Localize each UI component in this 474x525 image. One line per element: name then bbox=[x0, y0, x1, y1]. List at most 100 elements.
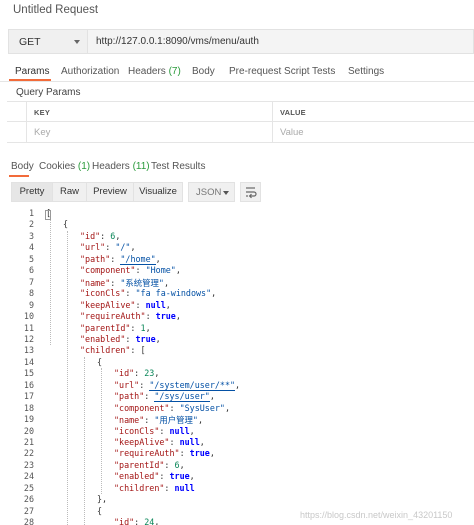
line-number: 17 bbox=[23, 391, 34, 402]
line-number: 5 bbox=[28, 253, 34, 264]
line-number: 24 bbox=[23, 471, 34, 482]
tab-tests[interactable]: Tests bbox=[312, 66, 335, 77]
chevron-down-icon bbox=[223, 191, 229, 195]
indent-guide bbox=[84, 356, 85, 525]
indent-guide bbox=[50, 219, 51, 346]
code-line: "id": 23, bbox=[114, 368, 160, 379]
row-checkbox-cell bbox=[7, 122, 27, 142]
view-raw-button[interactable]: Raw bbox=[52, 182, 87, 202]
tab-params[interactable]: Params bbox=[15, 66, 49, 77]
indent-guide bbox=[101, 368, 102, 495]
query-params-table: KEY VALUE Key Value bbox=[7, 101, 474, 143]
value-column-header: VALUE bbox=[280, 108, 306, 117]
tab-headers[interactable]: Headers (7) bbox=[128, 66, 181, 77]
line-number: 10 bbox=[23, 311, 34, 322]
line-number: 25 bbox=[23, 482, 34, 493]
table-row: Key Value bbox=[7, 122, 474, 143]
line-number: 7 bbox=[28, 276, 34, 287]
request-title[interactable]: Untitled Request bbox=[13, 4, 98, 16]
url-text: http://127.0.0.1:8090/vms/menu/auth bbox=[96, 36, 259, 47]
line-number: 16 bbox=[23, 379, 34, 390]
code-line: "iconCls": null, bbox=[114, 425, 195, 436]
line-number: 14 bbox=[23, 356, 34, 367]
code-line: "name": "系统管理", bbox=[80, 277, 169, 288]
code-line: { bbox=[97, 356, 103, 367]
code-line: "requireAuth": true, bbox=[80, 311, 181, 322]
code-line: "children": null bbox=[114, 482, 195, 493]
line-number: 20 bbox=[23, 425, 34, 436]
code-line: }, bbox=[97, 494, 108, 505]
indent-guide bbox=[67, 230, 68, 525]
key-placeholder: Key bbox=[34, 127, 51, 138]
line-number: 27 bbox=[23, 505, 34, 516]
response-body-viewer[interactable]: 1[2{3 "id": 6, 4 "url": "/", 5 "path": "/home… bbox=[0, 207, 474, 525]
line-number: 28 bbox=[23, 517, 34, 525]
code-line: "path": "/home", bbox=[80, 253, 161, 265]
active-tab-indicator bbox=[9, 79, 51, 81]
active-response-tab-indicator bbox=[9, 175, 29, 177]
code-line: { bbox=[63, 219, 69, 230]
method-label: GET bbox=[19, 36, 41, 48]
tab-response-headers[interactable]: Headers (11) bbox=[92, 161, 150, 172]
code-line: "url": "/system/user/**", bbox=[114, 379, 241, 391]
wrap-lines-icon bbox=[246, 187, 257, 199]
chevron-down-icon bbox=[74, 40, 80, 44]
line-number: 22 bbox=[23, 448, 34, 459]
tab-cookies[interactable]: Cookies (1) bbox=[39, 161, 90, 172]
code-line: "keepAlive": null, bbox=[114, 437, 205, 447]
format-label: JSON bbox=[196, 187, 222, 198]
view-preview-button[interactable]: Preview bbox=[86, 182, 134, 202]
url-input[interactable]: http://127.0.0.1:8090/vms/menu/auth bbox=[87, 29, 474, 54]
tab-test-results[interactable]: Test Results bbox=[151, 161, 205, 172]
value-input[interactable]: Value bbox=[273, 122, 474, 142]
wrap-lines-button[interactable] bbox=[240, 182, 261, 202]
tab-authorization[interactable]: Authorization bbox=[61, 66, 119, 77]
line-number: 6 bbox=[28, 265, 34, 276]
line-number: 2 bbox=[28, 219, 34, 230]
query-params-title: Query Params bbox=[16, 87, 81, 98]
response-tabs: Body Cookies (1) Headers (11) Test Resul… bbox=[0, 158, 474, 178]
key-column-header: KEY bbox=[34, 108, 51, 117]
line-number: 18 bbox=[23, 402, 34, 413]
request-title-bar: Untitled Request bbox=[0, 0, 474, 22]
key-input[interactable]: Key bbox=[27, 122, 273, 142]
line-number: 19 bbox=[23, 414, 34, 425]
line-number: 4 bbox=[28, 242, 34, 253]
format-select[interactable]: JSON bbox=[188, 182, 235, 202]
code-line: "component": "Home", bbox=[80, 265, 181, 276]
code-line: "parentId": 6, bbox=[114, 459, 185, 470]
view-visualize-button[interactable]: Visualize bbox=[133, 182, 183, 202]
line-number: 21 bbox=[23, 437, 34, 447]
line-number: 1 bbox=[28, 208, 34, 218]
method-select[interactable]: GET bbox=[8, 29, 87, 54]
line-number: 9 bbox=[28, 299, 34, 310]
line-number: 8 bbox=[28, 288, 34, 299]
line-number: 3 bbox=[28, 230, 34, 241]
code-line: "enabled": true, bbox=[80, 333, 161, 344]
code-line: "keepAlive": null, bbox=[80, 299, 171, 310]
code-line: "path": "/sys/user", bbox=[114, 391, 215, 403]
cursor-marker bbox=[45, 210, 51, 220]
line-number: 12 bbox=[23, 333, 34, 344]
code-line: "id": 24, bbox=[114, 517, 160, 525]
line-number: 15 bbox=[23, 368, 34, 379]
line-number: 23 bbox=[23, 459, 34, 470]
line-number: 11 bbox=[23, 322, 34, 333]
watermark: https://blog.csdn.net/weixin_43201150 bbox=[300, 510, 453, 520]
view-pretty-button[interactable]: Pretty bbox=[11, 182, 53, 202]
tab-body[interactable]: Body bbox=[192, 66, 215, 77]
code-line: "requireAuth": true, bbox=[114, 448, 215, 459]
code-line: "parentId": 1, bbox=[80, 322, 151, 333]
request-tabs: Params Authorization Headers (7) Body Pr… bbox=[0, 60, 474, 82]
code-line: "url": "/", bbox=[80, 242, 136, 253]
value-placeholder: Value bbox=[280, 127, 304, 138]
code-line: "component": "SysUser", bbox=[114, 402, 230, 413]
tab-settings[interactable]: Settings bbox=[348, 66, 384, 77]
code-line: { bbox=[97, 505, 103, 516]
code-line: "iconCls": "fa fa-windows", bbox=[80, 288, 217, 299]
code-line: "name": "用户管理", bbox=[114, 415, 203, 426]
tab-pre-request-script[interactable]: Pre-request Script bbox=[229, 66, 310, 77]
request-bar: GET http://127.0.0.1:8090/vms/menu/auth bbox=[8, 29, 474, 54]
code-line: "children": [ bbox=[80, 345, 146, 356]
tab-response-body[interactable]: Body bbox=[11, 161, 34, 172]
